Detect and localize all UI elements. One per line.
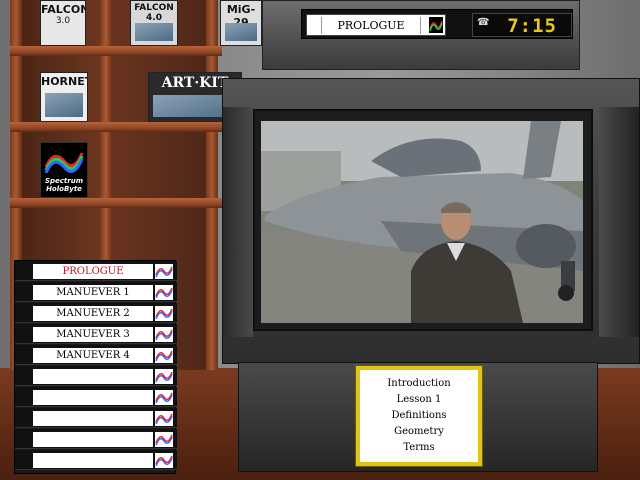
- tape-label: MANUEVER 1: [33, 285, 153, 300]
- box-art: [225, 23, 257, 41]
- tape-label: [33, 432, 153, 447]
- tape-prologue[interactable]: PROLOGUE: [15, 261, 177, 281]
- tape-label: [33, 411, 153, 426]
- box-subtitle: 3.0: [55, 16, 71, 26]
- box-title: FALCON: [41, 3, 86, 16]
- spectrum-holobyte-logo-icon: [155, 432, 173, 447]
- shelf-plank: [10, 198, 222, 208]
- software-box-hornet[interactable]: HORNET: [40, 72, 88, 122]
- tape-manuever-2[interactable]: MANUEVER 2: [15, 303, 177, 323]
- vcr-front-panel: PROLOGUE ☎ 7:15: [301, 9, 573, 39]
- lesson-menu-list: Introduction Lesson 1 Definitions Geomet…: [360, 370, 478, 456]
- shelf-plank: [10, 122, 222, 132]
- software-box-falcon[interactable]: FALCON 3.0: [40, 0, 86, 46]
- vcr-tape-label: PROLOGUE: [321, 17, 421, 34]
- tv-screen-video[interactable]: [261, 121, 583, 323]
- tape-blank[interactable]: [15, 429, 177, 449]
- box-art: [135, 23, 173, 41]
- spectrum-holobyte-logo-icon: [155, 390, 173, 405]
- tape-label: [33, 369, 153, 384]
- software-box-falcon-4[interactable]: FALCON 4.0: [130, 0, 178, 46]
- tape-manuever-1[interactable]: MANUEVER 1: [15, 282, 177, 302]
- software-box-mig29[interactable]: MiG-29: [220, 0, 262, 46]
- tv-screen-frame: [253, 109, 593, 331]
- tape-blank[interactable]: [15, 450, 177, 470]
- tape-label: MANUEVER 3: [33, 327, 153, 342]
- box-title: HORNET: [41, 75, 88, 88]
- shelf-plank: [10, 46, 222, 56]
- television: [222, 78, 640, 364]
- spectrum-holobyte-logo-icon: [155, 264, 173, 279]
- vcr-tape-slot[interactable]: PROLOGUE: [306, 14, 446, 36]
- spectrum-holobyte-logo-icon: [155, 327, 173, 342]
- menu-item-geometry[interactable]: Geometry: [360, 424, 478, 440]
- tape-manuever-3[interactable]: MANUEVER 3: [15, 324, 177, 344]
- box-art: [45, 93, 83, 117]
- menu-item-introduction[interactable]: Introduction: [360, 376, 478, 392]
- tv-side-panel-left: [223, 107, 253, 337]
- phone-icon: ☎: [477, 17, 490, 28]
- spectrum-holobyte-logo-icon: [155, 453, 173, 468]
- video-frame-jet-instructor: [261, 121, 583, 323]
- tape-label: [33, 453, 153, 468]
- spectrum-holobyte-logo-icon: [155, 369, 173, 384]
- vcr-deck: PROLOGUE ☎ 7:15: [262, 0, 580, 70]
- tape-label: MANUEVER 4: [33, 348, 153, 363]
- tape-blank[interactable]: [15, 387, 177, 407]
- tape-label: MANUEVER 2: [33, 306, 153, 321]
- videotape-stack: PROLOGUE MANUEVER 1 MANUEVER 2 MANUEVER …: [14, 260, 177, 474]
- tape-label: PROLOGUE: [33, 264, 153, 279]
- tape-label: [33, 390, 153, 405]
- box-title: FALCON 4.0: [134, 3, 174, 23]
- box-title: Spectrum HoloByte: [44, 177, 84, 193]
- menu-item-definitions[interactable]: Definitions: [360, 408, 478, 424]
- spectrum-holobyte-logo-icon: [429, 17, 443, 33]
- spectrum-holobyte-logo-icon: [155, 306, 173, 321]
- tape-blank[interactable]: [15, 366, 177, 386]
- vcr-clock-time: 7:15: [507, 15, 557, 37]
- tv-side-panel-right: [599, 107, 639, 337]
- tape-blank[interactable]: [15, 408, 177, 428]
- spectrum-holobyte-logo-icon: [155, 348, 173, 363]
- lesson-menu-card: Introduction Lesson 1 Definitions Geomet…: [356, 366, 482, 466]
- vcr-clock-display: ☎ 7:15: [472, 13, 572, 37]
- menu-item-terms[interactable]: Terms: [360, 440, 478, 456]
- spectrum-holobyte-box[interactable]: Spectrum HoloByte: [40, 142, 88, 198]
- spectrum-holobyte-logo-icon: [155, 285, 173, 300]
- spectrum-holobyte-logo-icon: [44, 152, 84, 174]
- menu-item-lesson-1[interactable]: Lesson 1: [360, 392, 478, 408]
- tape-manuever-4[interactable]: MANUEVER 4: [15, 345, 177, 365]
- spectrum-holobyte-logo-icon: [155, 411, 173, 426]
